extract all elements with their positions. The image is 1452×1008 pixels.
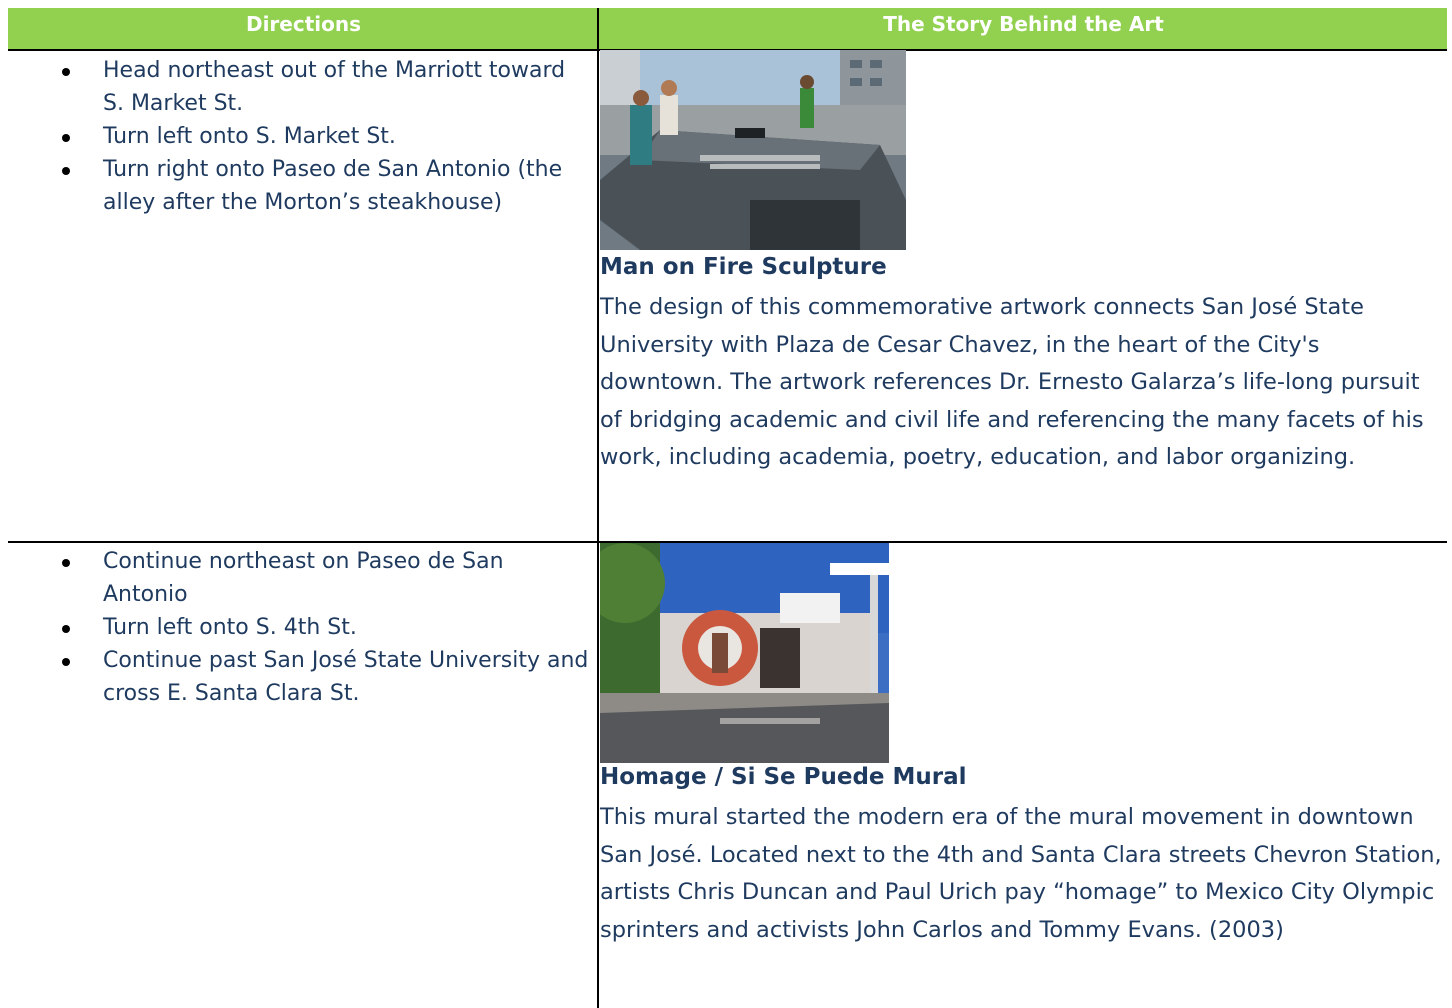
table-header-row: Directions The Story Behind the Art (8, 8, 1447, 51)
man-on-fire-photo (600, 50, 906, 250)
column-divider (597, 8, 599, 1008)
header-directions: Directions (245, 12, 362, 36)
art-description-1: The design of this commemorative artwork… (600, 294, 1424, 470)
list-item: Head northeast out of the Marriott towar… (8, 54, 593, 120)
art-description-2: This mural started the modern era of the… (600, 804, 1442, 943)
directions-list-2: Continue northeast on Paseo de San Anton… (8, 545, 593, 710)
list-item: Turn left onto S. 4th St. (8, 611, 593, 644)
list-item: Continue northeast on Paseo de San Anton… (8, 545, 593, 611)
art-title-2: Homage / Si Se Puede Mural (600, 764, 967, 790)
header-story: The Story Behind the Art (883, 12, 1164, 36)
homage-mural-photo (600, 543, 889, 763)
art-title-1: Man on Fire Sculpture (600, 254, 887, 280)
directions-list-1: Head northeast out of the Marriott towar… (8, 54, 593, 219)
list-item: Continue past San José State University … (8, 644, 593, 710)
list-item: Turn left onto S. Market St. (8, 120, 593, 153)
list-item: Turn right onto Paseo de San Antonio (th… (8, 153, 593, 219)
